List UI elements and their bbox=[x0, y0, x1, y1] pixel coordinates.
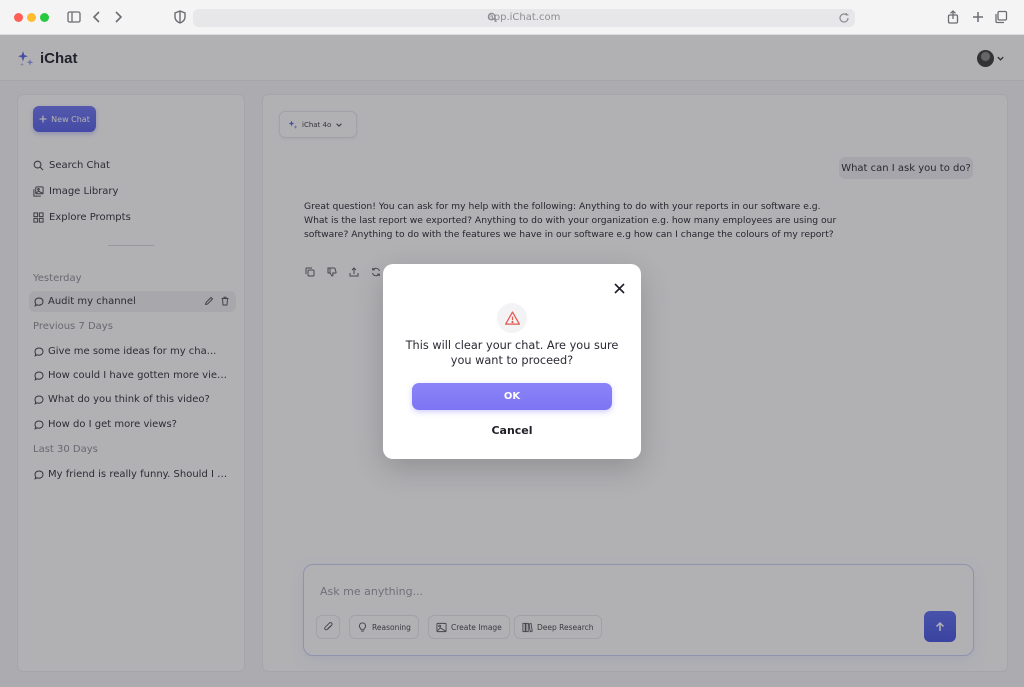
browser-toolbar: app.iChat.com bbox=[0, 0, 1024, 35]
minimize-window-button[interactable] bbox=[27, 13, 36, 22]
address-bar[interactable]: app.iChat.com bbox=[193, 9, 855, 27]
confirm-clear-dialog: This will clear your chat. Are you sure … bbox=[383, 264, 641, 459]
zoom-window-button[interactable] bbox=[40, 13, 49, 22]
forward-icon[interactable] bbox=[110, 9, 126, 25]
warning-icon bbox=[504, 310, 520, 325]
close-window-button[interactable] bbox=[14, 13, 23, 22]
sidebar-toggle-icon[interactable] bbox=[66, 9, 82, 25]
reload-icon[interactable] bbox=[838, 12, 850, 24]
shield-icon[interactable] bbox=[172, 9, 188, 25]
warning-badge bbox=[497, 303, 527, 333]
dialog-message: This will clear your chat. Are you sure … bbox=[405, 339, 619, 367]
url-text: app.iChat.com bbox=[487, 12, 561, 23]
ok-button[interactable]: OK bbox=[412, 383, 612, 410]
close-icon[interactable] bbox=[613, 282, 626, 295]
cancel-button[interactable]: Cancel bbox=[412, 420, 612, 440]
back-icon[interactable] bbox=[89, 9, 105, 25]
share-icon[interactable] bbox=[945, 9, 961, 25]
tabs-icon[interactable] bbox=[993, 9, 1009, 25]
new-tab-icon[interactable] bbox=[970, 9, 986, 25]
